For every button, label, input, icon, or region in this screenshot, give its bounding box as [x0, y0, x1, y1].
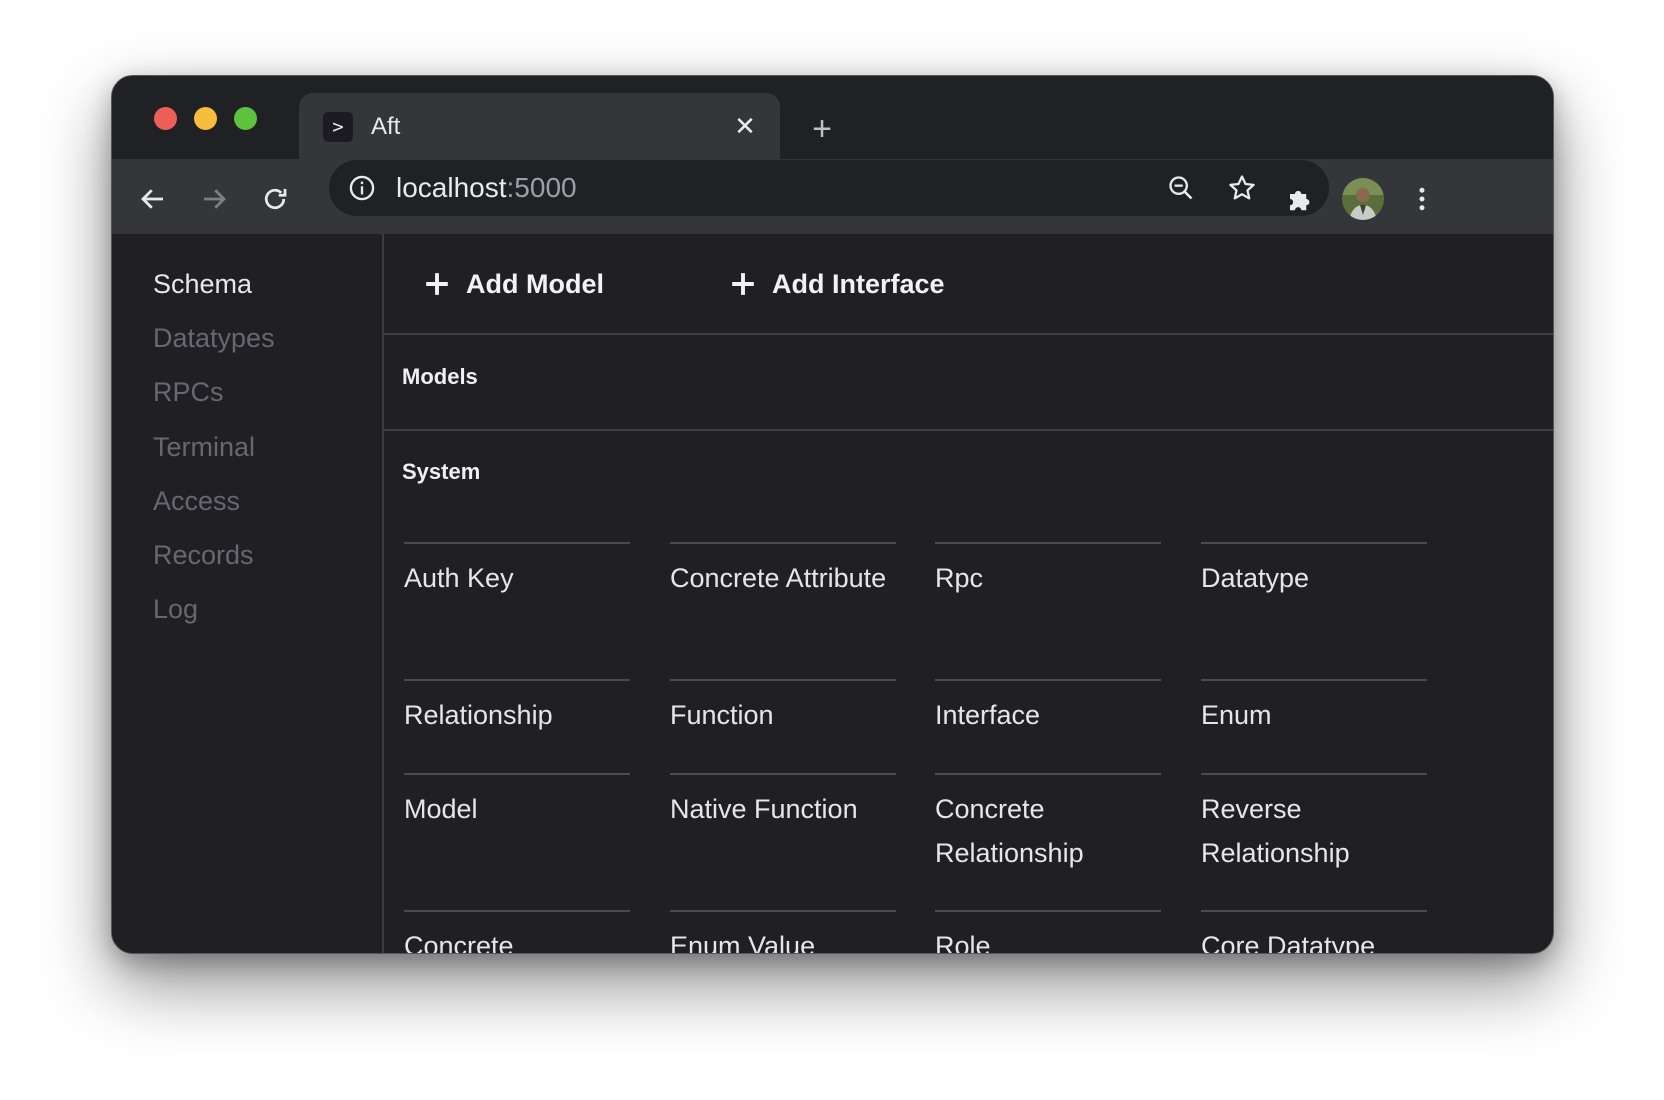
plus-icon	[732, 273, 754, 295]
model-card-core-datatype[interactable]: Core Datatype	[1201, 910, 1427, 954]
sidebar-item-log[interactable]: Log	[153, 592, 198, 626]
info-icon[interactable]	[342, 168, 382, 208]
model-card-auth-key[interactable]: Auth Key	[404, 542, 630, 600]
puzzle-icon[interactable]	[1280, 179, 1320, 219]
model-card-relationship[interactable]: Relationship	[404, 679, 630, 737]
model-card-label: Concrete Relationship	[935, 794, 1084, 868]
star-icon[interactable]	[1222, 168, 1262, 208]
model-card-label: Function	[670, 700, 774, 730]
models-section-title: Models	[402, 364, 478, 389]
model-card-label: Role	[935, 931, 991, 954]
model-card-label: Concrete Attribute	[670, 563, 887, 593]
url-port: :5000	[506, 172, 577, 203]
add-model-button[interactable]: Add Model	[424, 264, 604, 304]
sidebar: Schema Datatypes RPCs Terminal Access Re…	[112, 234, 384, 953]
model-card-role[interactable]: Role	[935, 910, 1161, 954]
browser-window: > Aft ✕ + localhost:5000 Schema Datatype…	[111, 75, 1554, 954]
zoom-out-icon[interactable]	[1161, 168, 1201, 208]
model-card-interface[interactable]: Interface	[935, 679, 1161, 737]
model-card-concrete[interactable]: Concrete	[404, 910, 630, 954]
model-card-label: Enum Value	[670, 931, 816, 954]
model-card-label: Core Datatype	[1201, 931, 1376, 954]
back-icon[interactable]	[133, 179, 173, 219]
divider	[384, 429, 1553, 431]
model-card-label: Enum	[1201, 700, 1272, 730]
model-card-native-function[interactable]: Native Function	[670, 773, 896, 831]
model-card-label: Model	[404, 794, 478, 824]
model-card-enum[interactable]: Enum	[1201, 679, 1427, 737]
model-card-model[interactable]: Model	[404, 773, 630, 831]
address-bar[interactable]: localhost:5000	[329, 160, 1329, 216]
model-card-enum-value[interactable]: Enum Value	[670, 910, 896, 954]
model-card-label: Relationship	[404, 700, 553, 730]
model-card-datatype[interactable]: Datatype	[1201, 542, 1427, 600]
url-host: localhost	[396, 172, 507, 203]
app-content: Schema Datatypes RPCs Terminal Access Re…	[112, 234, 1553, 953]
model-card-label: Datatype	[1201, 563, 1310, 593]
terminal-favicon-icon: >	[323, 112, 353, 142]
maximize-window-button[interactable]	[234, 107, 257, 130]
add-interface-label: Add Interface	[772, 268, 945, 299]
model-card-label: Auth Key	[404, 563, 514, 593]
model-card-rpc[interactable]: Rpc	[935, 542, 1161, 600]
tab-title: Aft	[371, 113, 401, 140]
model-card-concrete-attribute[interactable]: Concrete Attribute	[670, 542, 896, 600]
minimize-window-button[interactable]	[194, 107, 217, 130]
plus-icon	[426, 273, 448, 295]
sidebar-item-datatypes[interactable]: Datatypes	[153, 321, 275, 355]
url-text: localhost:5000	[396, 173, 577, 203]
sidebar-item-schema[interactable]: Schema	[153, 267, 252, 301]
model-card-label: Native Function	[670, 794, 858, 824]
close-tab-icon[interactable]: ✕	[730, 111, 760, 141]
add-interface-button[interactable]: Add Interface	[730, 264, 945, 304]
model-card-label: Concrete	[404, 931, 514, 954]
sidebar-item-access[interactable]: Access	[153, 484, 240, 518]
model-card-reverse-relationship[interactable]: Reverse Relationship	[1201, 773, 1427, 875]
model-card-label: Reverse Relationship	[1201, 794, 1350, 868]
model-card-concrete-relationship[interactable]: Concrete Relationship	[935, 773, 1161, 875]
forward-icon[interactable]	[194, 179, 234, 219]
schema-panel: Add Model Add Interface Models System Au…	[384, 234, 1553, 953]
divider	[384, 333, 1553, 335]
new-tab-button[interactable]: +	[802, 109, 842, 149]
close-window-button[interactable]	[154, 107, 177, 130]
sidebar-item-records[interactable]: Records	[153, 538, 254, 572]
sidebar-item-terminal[interactable]: Terminal	[153, 430, 255, 464]
model-card-label: Interface	[935, 700, 1041, 730]
browser-tab[interactable]: > Aft ✕	[299, 93, 780, 159]
avatar[interactable]	[1341, 177, 1385, 221]
model-card-label: Rpc	[935, 563, 984, 593]
add-model-label: Add Model	[466, 268, 604, 299]
model-card-function[interactable]: Function	[670, 679, 896, 737]
sidebar-item-rpcs[interactable]: RPCs	[153, 375, 224, 409]
kebab-menu-icon[interactable]	[1402, 179, 1442, 219]
tab-strip: > Aft ✕ +	[112, 76, 1553, 159]
reload-icon[interactable]	[255, 179, 295, 219]
system-section-title: System	[402, 459, 481, 484]
